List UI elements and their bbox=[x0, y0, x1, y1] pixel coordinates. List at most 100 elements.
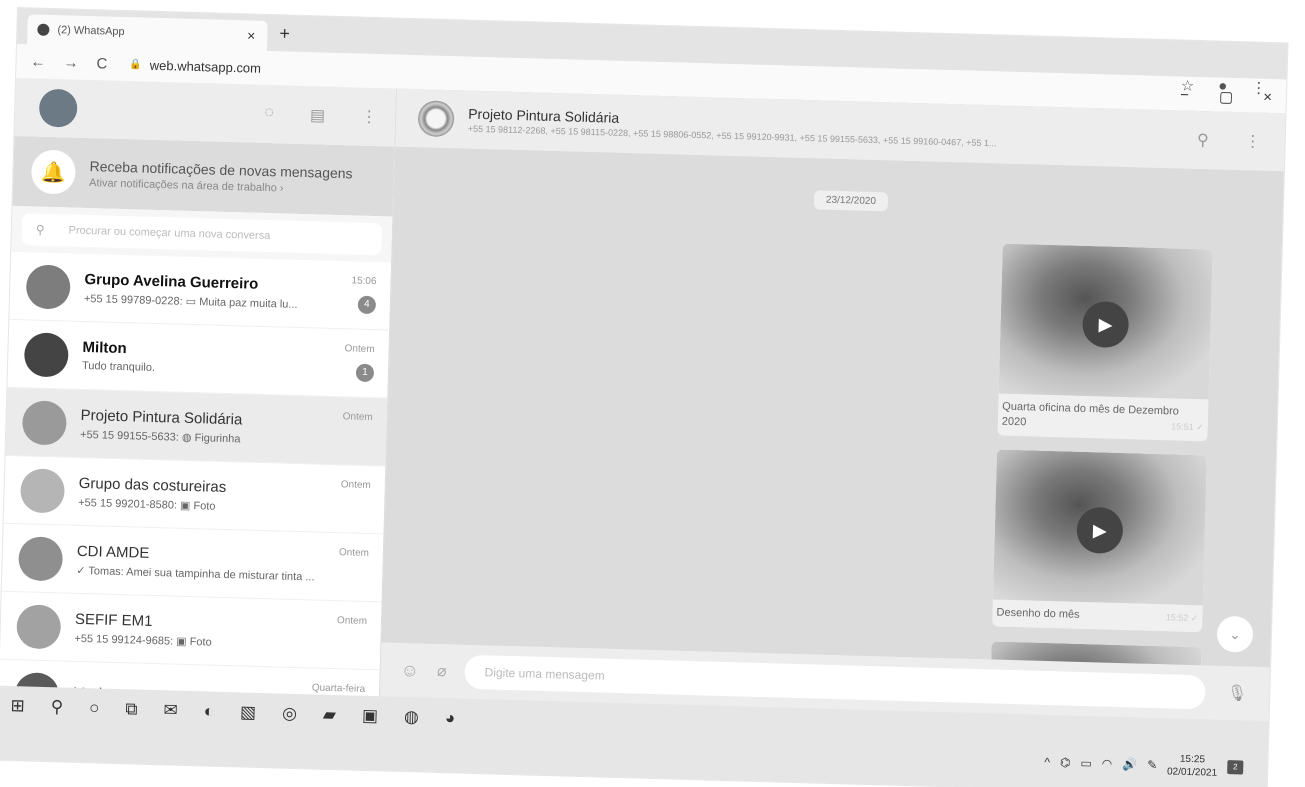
video-thumbnail[interactable]: ▶ bbox=[998, 243, 1213, 400]
chat-preview: +55 15 99155-5633: ◍ Figurinha bbox=[79, 428, 241, 445]
network-icon[interactable]: ⌬ bbox=[1060, 755, 1071, 769]
show-hidden-icons-icon[interactable]: ^ bbox=[1044, 755, 1050, 769]
sidebar-header: ◌ ▤ ⋮ bbox=[14, 77, 396, 147]
conversation-header-icons: ⚲ ⋮ bbox=[1197, 130, 1261, 152]
search-messages-icon[interactable]: ⚲ bbox=[1197, 130, 1209, 150]
chrome-profile-icon[interactable]: ◕ bbox=[445, 708, 456, 728]
video-thumbnail[interactable]: ▶ bbox=[992, 449, 1207, 606]
browser-extras: ☆ ● ⋮ bbox=[1181, 77, 1267, 96]
cortana-icon[interactable]: ○ bbox=[89, 698, 100, 718]
chat-item[interactable]: Grupo Avelina Guerreiro +55 15 99789-0228… bbox=[9, 251, 392, 331]
sidebar-header-icons: ◌ ▤ ⋮ bbox=[264, 104, 377, 127]
url-field[interactable]: web.whatsapp.com bbox=[150, 57, 262, 75]
browser-menu-icon[interactable]: ⋮ bbox=[1251, 78, 1266, 96]
chat-avatar bbox=[23, 331, 69, 378]
pen-icon[interactable]: ✎ bbox=[1147, 758, 1157, 772]
store-icon[interactable]: ▣ bbox=[362, 706, 379, 726]
reload-icon[interactable]: C bbox=[96, 55, 107, 72]
publisher-icon[interactable]: ▧ bbox=[240, 702, 257, 722]
tab-title: (2) WhatsApp bbox=[57, 24, 125, 38]
photo-frame: (2) WhatsApp × + ← → C 🔒 web.whatsapp.co… bbox=[0, 0, 1305, 787]
edge-icon[interactable]: ◐ bbox=[204, 701, 215, 721]
volume-icon[interactable]: 🔊 bbox=[1122, 757, 1137, 771]
status-icon[interactable]: ◌ bbox=[264, 104, 274, 124]
chat-avatar bbox=[19, 467, 66, 513]
menu-icon[interactable]: ⋮ bbox=[361, 107, 378, 127]
search-input[interactable]: ⚲ Procurar ou começar uma nova conversa bbox=[21, 213, 383, 256]
chat-preview: Tudo tranquilo. bbox=[81, 359, 156, 374]
notification-center-icon[interactable]: 2 bbox=[1227, 760, 1244, 775]
message-time: 15:51 ✓ bbox=[1171, 421, 1204, 433]
date-chip: 23/12/2020 bbox=[813, 190, 889, 212]
nav-buttons: ← → C bbox=[30, 53, 107, 72]
chat-item[interactable]: SEFIF EM1 +55 15 99124-9685: ▣ Foto Ontem bbox=[0, 591, 382, 671]
chat-avatar bbox=[18, 535, 64, 581]
notification-text: Receba notificações de novas mensagens A… bbox=[89, 158, 353, 196]
chat-list: Grupo Avelina Guerreiro +55 15 99789-0228… bbox=[0, 251, 392, 739]
lock-icon[interactable]: 🔒 bbox=[129, 59, 142, 70]
chat-time: 15:06 bbox=[351, 275, 377, 288]
new-chat-icon[interactable]: ▤ bbox=[310, 105, 326, 125]
chat-time: Ontem bbox=[336, 615, 368, 627]
chat-body: CDI AMDE ✓ Tomas: Amei sua tampinha de mi… bbox=[76, 542, 383, 585]
chat-preview: +55 15 99201-8580: ▣ Foto bbox=[78, 496, 216, 513]
chat-item[interactable]: Projeto Pintura Solidária +55 15 99155-56… bbox=[5, 387, 388, 467]
mail-icon[interactable]: ✉ bbox=[163, 700, 178, 720]
message-caption: Quarta oficina do mês de Dezembro 2020 1… bbox=[997, 394, 1208, 442]
search-icon[interactable]: ⚲ bbox=[50, 697, 63, 717]
microphone-icon[interactable]: 🎙 bbox=[1227, 683, 1248, 704]
bell-icon: 🔔 bbox=[30, 149, 77, 195]
forward-icon[interactable]: → bbox=[63, 54, 78, 71]
play-icon[interactable]: ▶ bbox=[1076, 506, 1124, 555]
chat-preview: ✓ Tomas: Amei sua tampinha de misturar t… bbox=[76, 564, 315, 583]
conversation-menu-icon[interactable]: ⋮ bbox=[1244, 131, 1261, 151]
chat-body: Milton Tudo tranquilo. bbox=[82, 339, 389, 381]
whatsapp-icon bbox=[37, 23, 50, 36]
whatsapp-app: ◌ ▤ ⋮ 🔔 Receba notificações de novas men… bbox=[0, 77, 1286, 739]
chrome-icon[interactable]: ◎ bbox=[282, 704, 297, 724]
tab-close-button[interactable]: × bbox=[247, 27, 256, 43]
emoji-icon[interactable]: ☺ bbox=[400, 659, 419, 681]
bookmark-star-icon[interactable]: ☆ bbox=[1181, 77, 1195, 94]
chat-item[interactable]: Milton Tudo tranquilo. Ontem 1 bbox=[7, 319, 390, 399]
chat-avatar bbox=[21, 399, 68, 446]
video-message[interactable]: ▶ Desenho do mês 15:52 ✓ bbox=[992, 449, 1207, 633]
profile-avatar[interactable] bbox=[38, 88, 78, 128]
file-explorer-icon[interactable]: ▰ bbox=[323, 705, 337, 725]
monitor-screen: (2) WhatsApp × + ← → C 🔒 web.whatsapp.co… bbox=[0, 8, 1288, 787]
chat-avatar bbox=[16, 603, 62, 649]
chat-body: Projeto Pintura Solidária +55 15 99155-56… bbox=[80, 406, 387, 449]
browser-profile-icon[interactable]: ● bbox=[1218, 78, 1228, 96]
video-message[interactable]: ▶ Quarta oficina do mês de Dezembro 2020… bbox=[997, 243, 1213, 442]
chat-time: Ontem bbox=[344, 343, 375, 356]
security-icon[interactable]: ◍ bbox=[404, 707, 419, 727]
attach-icon[interactable]: ⌀ bbox=[437, 661, 447, 681]
battery-icon[interactable]: ▭ bbox=[1080, 756, 1092, 770]
message-time: 15:52 ✓ bbox=[1165, 612, 1199, 624]
task-view-icon[interactable]: ⧉ bbox=[125, 699, 138, 719]
chat-time: Ontem bbox=[342, 411, 373, 424]
search-icon: ⚲ bbox=[35, 222, 45, 237]
play-icon[interactable]: ▶ bbox=[1081, 300, 1130, 349]
chat-preview: +55 15 99789-0228: ▭ Muita paz muita lu.… bbox=[83, 292, 298, 311]
chat-sidebar: ◌ ▤ ⋮ 🔔 Receba notificações de novas men… bbox=[0, 77, 397, 739]
chat-time: Ontem bbox=[338, 547, 370, 560]
new-tab-button[interactable]: + bbox=[279, 23, 290, 44]
group-avatar[interactable] bbox=[417, 100, 455, 138]
back-icon[interactable]: ← bbox=[30, 53, 45, 70]
search-placeholder: Procurar ou começar uma nova conversa bbox=[68, 224, 271, 243]
start-icon[interactable]: ⊞ bbox=[10, 696, 25, 716]
chat-preview: +55 15 99124-9685: ▣ Foto bbox=[74, 632, 212, 649]
chat-item[interactable]: CDI AMDE ✓ Tomas: Amei sua tampinha de mi… bbox=[1, 523, 384, 603]
chat-body: SEFIF EM1 +55 15 99124-9685: ▣ Foto bbox=[74, 610, 381, 653]
wifi-icon[interactable]: ◠ bbox=[1102, 757, 1113, 771]
caption-text: Quarta oficina do mês de Dezembro 2020 bbox=[1001, 400, 1180, 429]
system-tray: ^ ⌬ ▭ ◠ 🔊 ✎ 15:25 02/01/2021 2 bbox=[1044, 749, 1244, 781]
conversation-info: Projeto Pintura Solidária +55 15 98112-2… bbox=[468, 106, 1189, 154]
chat-time: Ontem bbox=[340, 479, 371, 492]
clock[interactable]: 15:25 02/01/2021 bbox=[1167, 752, 1218, 779]
notification-banner[interactable]: 🔔 Receba notificações de novas mensagens… bbox=[12, 135, 395, 217]
scroll-down-button[interactable]: ⌄ bbox=[1216, 615, 1254, 653]
chat-body: Grupo Avelina Guerreiro +55 15 99789-0228… bbox=[84, 270, 391, 313]
chat-item[interactable]: Grupo das costureiras +55 15 99201-8580: … bbox=[3, 455, 386, 535]
